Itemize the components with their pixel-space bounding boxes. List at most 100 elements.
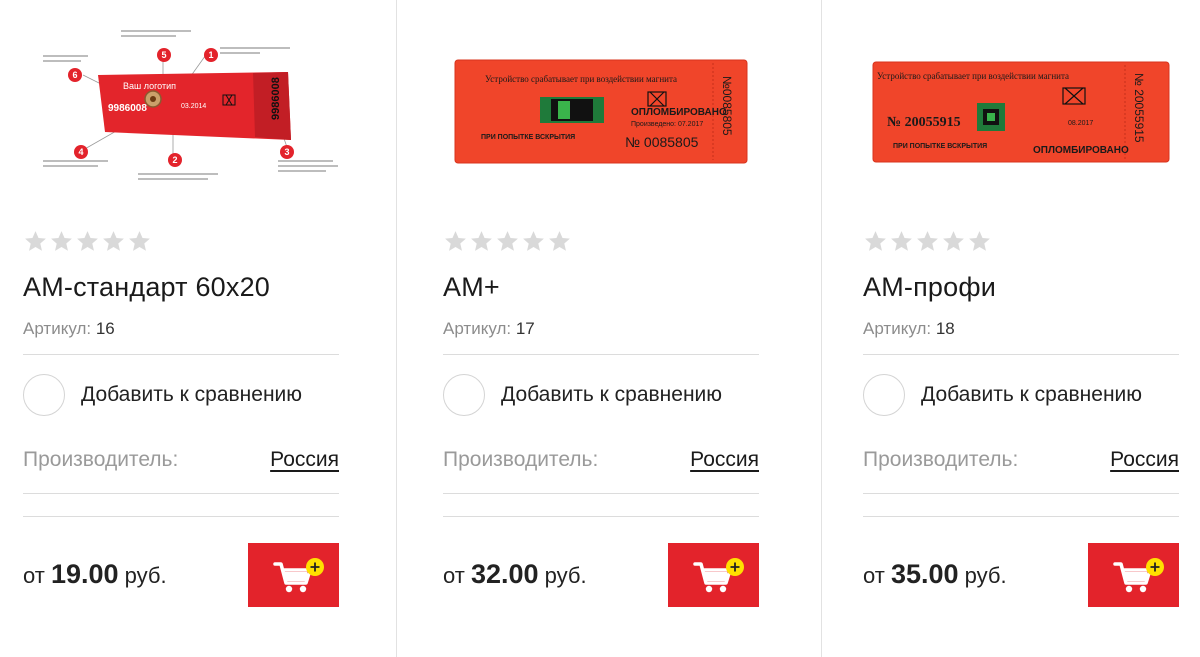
compare-checkbox[interactable] [863, 374, 905, 416]
product-sku: Артикул: 18 [863, 318, 955, 340]
manufacturer-link[interactable]: Россия [690, 448, 759, 472]
star-icon[interactable] [101, 229, 126, 254]
product-image[interactable]: Устройство срабатывает при воздействии м… [443, 0, 759, 215]
price-amount: 32.00 [470, 559, 539, 589]
magnetic-seal-label-diagram: Ваш логотип 9986008 03.2014 9986008 1 2 … [43, 30, 338, 180]
manufacturer-label: Производитель: [443, 448, 599, 471]
label-number-text: 9986008 [108, 103, 147, 114]
product-image[interactable]: Ваш логотип 9986008 03.2014 9986008 1 2 … [23, 0, 339, 215]
star-icon[interactable] [863, 229, 888, 254]
label-side-number: №0085805 [720, 76, 734, 136]
label-date-text: 08.2017 [1068, 120, 1093, 127]
add-to-cart-button[interactable] [248, 543, 339, 607]
manufacturer-row: Производитель: Россия [443, 448, 759, 476]
sku-label: Артикул: [863, 319, 932, 338]
add-to-compare[interactable]: Добавить к сравнению [23, 373, 302, 417]
price-prefix: от [23, 563, 45, 588]
star-icon[interactable] [127, 229, 152, 254]
manufacturer-label: Производитель: [863, 448, 1019, 471]
column-divider [396, 0, 397, 657]
price-prefix: от [863, 563, 885, 588]
product-card: Устройство срабатывает при воздействии м… [863, 0, 1179, 657]
divider [23, 516, 339, 517]
price-currency: руб. [124, 563, 167, 588]
callout-5: 5 [161, 50, 166, 60]
label-bottom-text: ПРИ ПОПЫТКЕ ВСКРЫТИЯ [893, 143, 987, 150]
divider [863, 516, 1179, 517]
cart-plus-icon [1113, 558, 1164, 593]
rating-stars[interactable] [443, 229, 572, 255]
sku-value: 16 [95, 319, 115, 338]
label-top-text: Устройство срабатывает при воздействии м… [485, 74, 677, 84]
price-prefix: от [443, 563, 465, 588]
sku-label: Артикул: [443, 319, 512, 338]
label-logo-text: Ваш логотип [123, 81, 176, 91]
magnetic-seal-label: Устройство срабатывает при воздействии м… [872, 61, 1170, 163]
compare-checkbox[interactable] [443, 374, 485, 416]
label-side-number: 9986008 [270, 77, 282, 120]
product-price: от 35.00 руб. [863, 558, 1007, 592]
price-amount: 35.00 [890, 559, 959, 589]
product-title[interactable]: АМ-профи [863, 270, 996, 304]
product-title[interactable]: АМ+ [443, 270, 500, 304]
compare-checkbox[interactable] [23, 374, 65, 416]
divider [23, 354, 339, 355]
star-icon[interactable] [75, 229, 100, 254]
compare-label[interactable]: Добавить к сравнению [921, 383, 1142, 407]
sku-label: Артикул: [23, 319, 92, 338]
star-icon[interactable] [469, 229, 494, 254]
product-sku: Артикул: 16 [23, 318, 115, 340]
sku-value: 17 [515, 319, 535, 338]
product-price: от 32.00 руб. [443, 558, 587, 592]
manufacturer-link[interactable]: Россия [1110, 448, 1179, 472]
star-icon[interactable] [941, 229, 966, 254]
column-divider [821, 0, 822, 657]
price-amount: 19.00 [50, 559, 119, 589]
star-icon[interactable] [443, 229, 468, 254]
add-to-compare[interactable]: Добавить к сравнению [443, 373, 722, 417]
product-card: Ваш логотип 9986008 03.2014 9986008 1 2 … [23, 0, 339, 657]
product-price: от 19.00 руб. [23, 558, 167, 592]
callout-1: 1 [208, 50, 213, 60]
price-currency: руб. [544, 563, 587, 588]
manufacturer-label: Производитель: [23, 448, 179, 471]
rating-stars[interactable] [23, 229, 152, 255]
label-side-number: № 20055915 [1132, 73, 1146, 143]
compare-label[interactable]: Добавить к сравнению [81, 383, 302, 407]
product-grid: Ваш логотип 9986008 03.2014 9986008 1 2 … [0, 0, 1200, 657]
callout-2: 2 [172, 155, 177, 165]
rating-stars[interactable] [863, 229, 992, 255]
manufacturer-row: Производитель: Россия [23, 448, 339, 476]
label-date-text: 03.2014 [181, 103, 206, 110]
star-icon[interactable] [495, 229, 520, 254]
star-icon[interactable] [915, 229, 940, 254]
compare-label[interactable]: Добавить к сравнению [501, 383, 722, 407]
add-to-cart-button[interactable] [1088, 543, 1179, 607]
star-icon[interactable] [889, 229, 914, 254]
product-title[interactable]: АМ-стандарт 60х20 [23, 270, 270, 304]
label-sealed-text: ОПЛОМБИРОВАНО [631, 107, 727, 118]
star-icon[interactable] [49, 229, 74, 254]
divider [863, 493, 1179, 494]
label-bottom-text: ПРИ ПОПЫТКЕ ВСКРЫТИЯ [481, 134, 575, 141]
divider [443, 493, 759, 494]
star-icon[interactable] [547, 229, 572, 254]
label-sealed-text: ОПЛОМБИРОВАНО [1033, 145, 1129, 156]
star-icon[interactable] [521, 229, 546, 254]
cart-plus-icon [693, 558, 744, 593]
cart-plus-icon [273, 558, 324, 593]
callout-4: 4 [78, 147, 83, 157]
add-to-cart-button[interactable] [668, 543, 759, 607]
label-date-text: Произведено: 07.2017 [631, 121, 703, 128]
label-number-text: № 0085805 [625, 134, 699, 150]
product-sku: Артикул: 17 [443, 318, 535, 340]
manufacturer-link[interactable]: Россия [270, 448, 339, 472]
add-to-compare[interactable]: Добавить к сравнению [863, 373, 1142, 417]
star-icon[interactable] [23, 229, 48, 254]
magnetic-seal-label: Устройство срабатывает при воздействии м… [454, 59, 748, 164]
divider [443, 516, 759, 517]
divider [443, 354, 759, 355]
star-icon[interactable] [967, 229, 992, 254]
product-image[interactable]: Устройство срабатывает при воздействии м… [863, 0, 1179, 215]
divider [23, 493, 339, 494]
